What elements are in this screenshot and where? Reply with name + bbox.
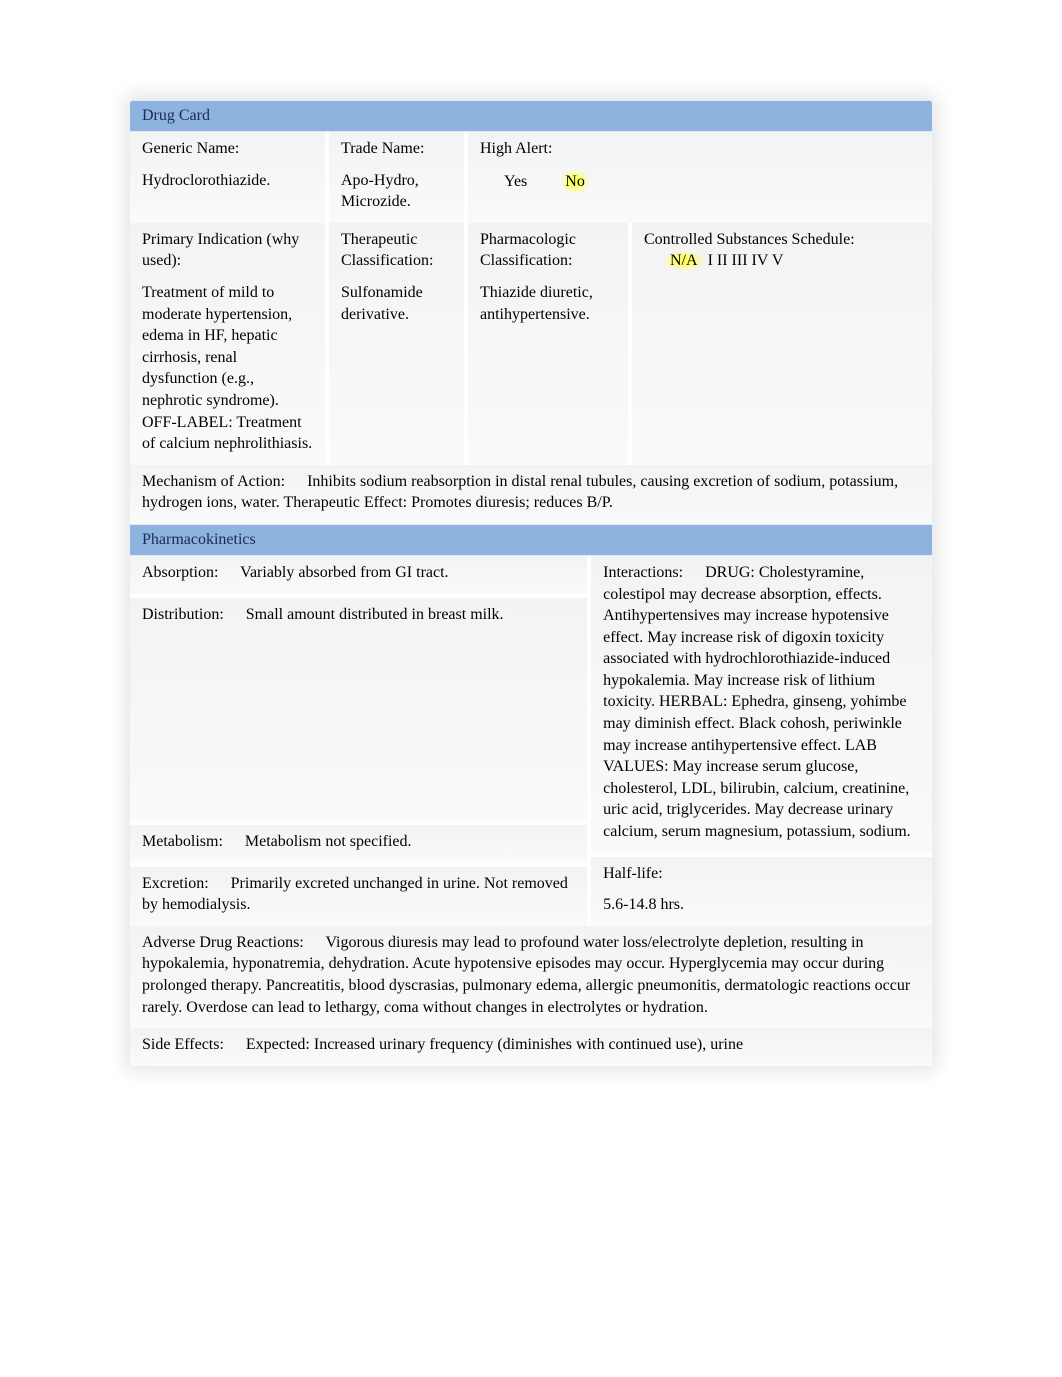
distribution-value: Small amount distributed in breast milk. xyxy=(246,606,504,623)
high-alert-no-selected: No xyxy=(561,170,589,194)
section-header-pharmacokinetics: Pharmacokinetics xyxy=(130,524,932,556)
absorption-value: Variably absorbed from GI tract. xyxy=(240,564,448,581)
cell-absorption: Absorption: Variably absorbed from GI tr… xyxy=(130,556,587,594)
pk-left-column: Absorption: Variably absorbed from GI tr… xyxy=(130,556,587,926)
cell-therapeutic-class: Therapeutic Classification: Sulfonamide … xyxy=(329,223,464,465)
high-alert-options: Yes No xyxy=(480,170,920,194)
interactions-label: Interactions: xyxy=(603,564,683,581)
row-mechanism-of-action: Mechanism of Action: Inhibits sodium rea… xyxy=(130,465,932,524)
high-alert-label: High Alert: xyxy=(480,138,920,160)
cell-controlled-schedule: Controlled Substances Schedule: N/A I II… xyxy=(632,223,932,465)
trade-name-label: Trade Name: xyxy=(341,138,452,160)
absorption-label: Absorption: xyxy=(142,564,218,581)
cell-interactions: Interactions: DRUG: Cholestyramine, cole… xyxy=(591,556,932,853)
interactions-value: DRUG: Cholestyramine, colestipol may dec… xyxy=(603,564,911,840)
drug-card: Drug Card Generic Name: Hydroclorothiazi… xyxy=(130,100,932,1066)
high-alert-yes: Yes xyxy=(500,170,531,194)
controlled-schedule-label: Controlled Substances Schedule: xyxy=(644,231,855,248)
cell-distribution: Distribution: Small amount distributed i… xyxy=(130,598,587,822)
row-names: Generic Name: Hydroclorothiazide. Trade … xyxy=(130,132,932,223)
pharmacologic-class-value: Thiazide diuretic, antihypertensive. xyxy=(480,282,616,325)
trade-name-value: Apo-Hydro, Microzide. xyxy=(341,170,452,213)
cell-generic-name: Generic Name: Hydroclorothiazide. xyxy=(130,132,325,223)
side-effects-value: Expected: Increased urinary frequency (d… xyxy=(246,1036,743,1053)
moa-label: Mechanism of Action: xyxy=(142,473,285,490)
primary-indication-value: Treatment of mild to moderate hypertensi… xyxy=(142,282,313,455)
cell-excretion: Excretion: Primarily excreted unchanged … xyxy=(130,867,587,926)
half-life-value: 5.6-14.8 hrs. xyxy=(603,894,920,916)
row-side-effects: Side Effects: Expected: Increased urinar… xyxy=(130,1028,932,1066)
distribution-label: Distribution: xyxy=(142,606,224,623)
section-header-drug-card: Drug Card xyxy=(130,100,932,132)
metabolism-value: Metabolism not specified. xyxy=(245,833,412,850)
controlled-schedule-options: I II III IV V xyxy=(704,252,784,269)
generic-name-value: Hydroclorothiazide. xyxy=(142,170,313,192)
side-effects-label: Side Effects: xyxy=(142,1036,224,1053)
half-life-label: Half-life: xyxy=(603,863,920,885)
row-classification: Primary Indication (why used): Treatment… xyxy=(130,223,932,465)
cell-metabolism: Metabolism: Metabolism not specified. xyxy=(130,825,587,863)
cell-primary-indication: Primary Indication (why used): Treatment… xyxy=(130,223,325,465)
controlled-schedule-value-wrap: N/A I II III IV V xyxy=(644,252,783,269)
pk-left-top-group: Absorption: Variably absorbed from GI tr… xyxy=(130,556,587,821)
therapeutic-class-value: Sulfonamide derivative. xyxy=(341,282,452,325)
generic-name-label: Generic Name: xyxy=(142,138,313,160)
cell-pharmacologic-class: Pharmacologic Classification: Thiazide d… xyxy=(468,223,628,465)
pk-right-column: Interactions: DRUG: Cholestyramine, cole… xyxy=(591,556,932,926)
pharmacologic-class-label: Pharmacologic Classification: xyxy=(480,229,616,272)
row-adverse-drug-reactions: Adverse Drug Reactions: Vigorous diuresi… xyxy=(130,926,932,1028)
adr-label: Adverse Drug Reactions: xyxy=(142,934,304,951)
controlled-schedule-na-selected: N/A xyxy=(664,251,704,270)
row-pharmacokinetics: Absorption: Variably absorbed from GI tr… xyxy=(130,556,932,926)
cell-half-life: Half-life: 5.6-14.8 hrs. xyxy=(591,857,932,926)
excretion-label: Excretion: xyxy=(142,875,209,892)
cell-trade-name: Trade Name: Apo-Hydro, Microzide. xyxy=(329,132,464,223)
cell-high-alert: High Alert: Yes No xyxy=(468,132,932,223)
primary-indication-label: Primary Indication (why used): xyxy=(142,229,313,272)
therapeutic-class-label: Therapeutic Classification: xyxy=(341,229,452,272)
metabolism-label: Metabolism: xyxy=(142,833,223,850)
